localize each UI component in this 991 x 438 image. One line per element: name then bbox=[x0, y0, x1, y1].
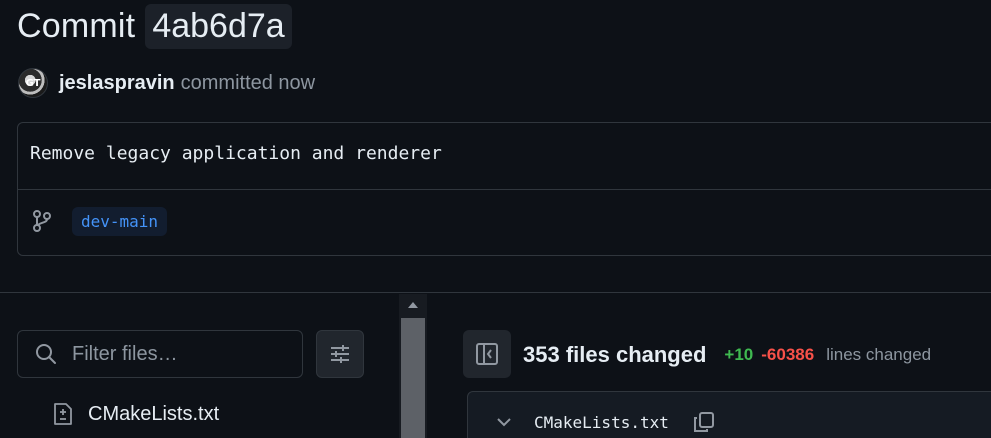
scroll-up-arrow-icon[interactable] bbox=[399, 294, 427, 316]
git-branch-icon bbox=[33, 210, 51, 232]
avatar[interactable]: GT bbox=[18, 68, 48, 98]
page-title: Commit 4ab6d7a bbox=[17, 0, 292, 52]
commit-title-prefix: Commit bbox=[17, 6, 136, 45]
file-tree-item[interactable]: CMakeLists.txt bbox=[52, 400, 219, 428]
toggle-file-tree-button[interactable] bbox=[463, 330, 511, 378]
chevron-down-icon[interactable] bbox=[494, 412, 514, 432]
file-diff-header: CMakeLists.txt bbox=[467, 391, 991, 438]
files-changed-count: 353 files changed bbox=[523, 342, 707, 367]
filter-files-input[interactable] bbox=[70, 341, 294, 367]
commit-sha[interactable]: 4ab6d7a bbox=[145, 3, 292, 49]
author-name-link[interactable]: jeslaspravin bbox=[59, 72, 175, 95]
lines-changed-label: lines changed bbox=[826, 345, 932, 364]
filter-files-field[interactable] bbox=[17, 330, 303, 378]
branch-link[interactable]: dev-main bbox=[72, 207, 168, 236]
search-icon bbox=[36, 344, 56, 364]
avatar-initials: GT bbox=[25, 77, 41, 89]
file-tree-item-label: CMakeLists.txt bbox=[88, 402, 220, 425]
file-diff-icon bbox=[54, 403, 72, 425]
scrollbar-thumb[interactable] bbox=[401, 318, 425, 438]
commit-message: Remove legacy application and renderer bbox=[30, 143, 442, 164]
diff-file-name[interactable]: CMakeLists.txt bbox=[534, 413, 669, 432]
commit-message-box: Remove legacy application and renderer d… bbox=[17, 122, 991, 256]
file-tree-scrollbar[interactable] bbox=[399, 294, 427, 438]
copy-icon bbox=[694, 412, 714, 432]
author-row: GT jeslaspravin committed now bbox=[18, 67, 315, 99]
deletions-count: -60386 bbox=[761, 345, 815, 364]
sliders-icon bbox=[331, 345, 349, 363]
filter-settings-button[interactable] bbox=[316, 330, 364, 378]
diff-summary: 353 files changed +10 -60386 lines chang… bbox=[523, 339, 931, 371]
commit-page: Commit 4ab6d7a GT jeslaspravin committed… bbox=[0, 0, 991, 438]
copy-path-button[interactable] bbox=[690, 408, 718, 436]
commit-time: committed now bbox=[180, 71, 316, 94]
sidebar-collapse-icon bbox=[476, 343, 498, 365]
section-divider bbox=[0, 292, 991, 293]
additions-count: +10 bbox=[724, 345, 754, 364]
divider bbox=[18, 189, 991, 190]
